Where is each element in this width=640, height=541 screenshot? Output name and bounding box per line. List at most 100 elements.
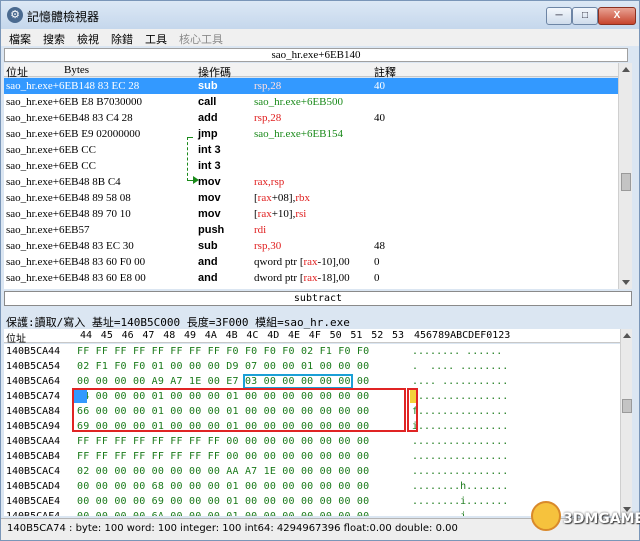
disasm-operands: rax,rsp [254,176,284,188]
mascot-face-icon [531,501,561,531]
operand-part: -18],00 [317,272,350,284]
disasm-address: sao_hr.exe+6EB48 83 60 E8 00 [6,272,146,284]
operand-part: rdi [254,224,267,236]
operand-part: dword ptr [ [254,272,304,284]
window-title: 記憶體檢視器 [27,10,100,24]
disasm-row[interactable]: sao_hr.exe+6EB48 83 60 E8 00 and dword ptr… [4,270,618,286]
disasm-operands: rdi [254,224,266,236]
disassembler-address-header[interactable]: sao_hr.exe+6EB140 [4,48,628,62]
hex-row[interactable]: 140B5CAB4 FF FF FF FF FF FF FF FF 00 00 0… [4,449,620,465]
operand-part: qword ptr [ [254,256,304,268]
ascii-column-label: 456789ABCDEF0123 [414,330,511,341]
disasm-address: sao_hr.exe+6EB48 83 C4 28 [6,112,133,124]
scroll-thumb[interactable] [621,173,631,191]
menu-kernel-tools[interactable]: 核心工具 [179,31,223,47]
menu-bar: 檔案 搜索 檢視 除錯 工具 核心工具 [1,29,639,46]
highlight-box-red [72,388,406,432]
hex-row-address: 140B5CAB4 [6,451,61,462]
hex-row[interactable]: 140B5CAC4 02 00 00 00 00 00 00 00 AA A7 1… [4,464,620,480]
hex-scroll-thumb[interactable] [622,399,632,413]
operand-part: rsi [295,208,307,220]
hex-address-label: 位址 [6,334,26,345]
hex-row-ascii: ........ ...... [412,346,503,357]
hex-row[interactable]: 140B5CAA4 FF FF FF FF FF FF FF FF 00 00 0… [4,434,620,450]
disassembler-list[interactable]: sao_hr.exe+6EB148 83 EC 28 sub rsp,28 40 sao… [4,78,618,289]
scroll-up-icon[interactable] [622,67,630,72]
disasm-row[interactable]: sao_hr.exe+6EB48 83 C4 28 add rsp,28 40 [4,110,618,126]
disasm-operands: [rax+10],rsi [254,208,306,220]
hex-row-address: 140B5CA94 [6,421,61,432]
hex-row[interactable]: 140B5CA44 FF FF FF FF FF FF FF FF F0 F0 F… [4,344,620,360]
disasm-address: sao_hr.exe+6EB CC [6,160,96,172]
hex-scroll-up-icon[interactable] [623,333,631,338]
hex-column-label: 4E [288,330,301,341]
hex-row-ascii: ........j....... [412,511,508,516]
close-button[interactable]: X [598,7,636,25]
disasm-row[interactable]: sao_hr.exe+6EB57 push rdi [4,222,618,238]
hex-column-label: 52 [371,330,384,341]
disasm-opcode: jmp [198,128,218,140]
scroll-down-icon[interactable] [622,280,630,285]
hex-row-address: 140B5CA54 [6,361,61,372]
operand-part: +08], [271,192,296,204]
cheat-engine-icon: ⚙ [7,7,23,23]
disasm-row[interactable]: sao_hr.exe+6EB48 89 58 08 mov [rax+08],rbx [4,190,618,206]
hex-row-address: 140B5CAE4 [6,496,61,507]
status-text: 140B5CA74 : byte: 100 word: 100 integer:… [7,523,458,534]
operand-part: rsp [270,176,285,188]
hex-column-label: 44 [80,330,93,341]
disasm-address: sao_hr.exe+6EB E9 02000000 [6,128,141,140]
hex-row[interactable]: 140B5CAE4 00 00 00 00 69 00 00 00 01 00 0… [4,494,620,510]
disasm-row[interactable]: sao_hr.exe+6EB FF 15 2D321100 call qword p… [4,286,618,289]
menu-file[interactable]: 檔案 [9,31,31,47]
highlight-box-blue [243,374,353,389]
disasm-address: sao_hr.exe+6EB48 89 70 10 [6,208,131,220]
disasm-opcode: mov [198,192,221,204]
menu-view[interactable]: 檢視 [77,31,99,47]
hex-row[interactable]: 140B5CAD4 00 00 00 00 68 00 00 00 01 00 0… [4,479,620,495]
minimize-button[interactable]: ─ [546,7,572,25]
hex-column-headers: 位址 44 45 46 47 48 49 4A 4B 4C 4D 4E 4F 50 51 52 53 45678… [4,329,620,345]
hex-column-label: 4C [246,330,259,341]
hex-row-bytes: FF FF FF FF FF FF FF FF F0 F0 F0 F0 02 F… [77,346,370,357]
maximize-button[interactable]: □ [572,7,598,25]
operand-part: rax [254,176,269,188]
disasm-operands: qword ptr [rax-10],00 [254,256,350,268]
hex-scrollbar[interactable] [620,329,632,516]
disasm-row[interactable]: sao_hr.exe+6EB48 83 EC 30 sub rsp,30 48 [4,238,618,254]
hex-column-label: 50 [329,330,342,341]
disasm-row[interactable]: sao_hr.exe+6EB CC int 3 [4,158,618,174]
operand-part: ,28 [267,80,282,92]
menu-search[interactable]: 搜索 [43,31,65,47]
hex-column-label: 53 [392,330,405,341]
operand-part: rsp [254,112,268,124]
title-bar[interactable]: ⚙ 記憶體檢視器 ─ □ X [1,1,639,29]
disasm-address: sao_hr.exe+6EB57 [6,224,90,236]
disasm-opcode: mov [198,208,221,220]
disasm-row[interactable]: sao_hr.exe+6EB CC int 3 [4,142,618,158]
disassembler-scrollbar[interactable] [618,63,632,289]
menu-tools[interactable]: 工具 [145,31,167,47]
menu-debug[interactable]: 除錯 [111,31,133,47]
disasm-address: sao_hr.exe+6EB48 8B C4 [6,176,121,188]
hex-row-bytes: 02 F1 F0 F0 01 00 00 00 D9 07 00 00 01 0… [77,361,370,372]
column-bytes[interactable]: Bytes [64,64,89,76]
hex-row[interactable]: 140B5CAF4 00 00 00 00 6A 00 00 00 01 00 0… [4,509,620,516]
disasm-address: sao_hr.exe+6EB FF 15 2D321100 [6,288,156,289]
hex-row[interactable]: 140B5CA54 02 F1 F0 F0 01 00 00 00 D9 07 0… [4,359,620,375]
disasm-operands: rsp,28 [254,112,281,124]
disasm-operands: [rax+08],rbx [254,192,310,204]
disasm-row[interactable]: sao_hr.exe+6EB48 83 60 F0 00 and qword ptr… [4,254,618,270]
hex-row-bytes: 00 00 00 00 6A 00 00 00 01 00 00 00 00 0… [77,511,369,516]
disasm-row[interactable]: sao_hr.exe+6EB E8 B7030000 call sao_hr.exe… [4,94,618,110]
operand-part: sao_hr.exe+6EB154 [254,128,343,140]
disasm-row[interactable]: sao_hr.exe+6EB48 89 70 10 mov [rax+10],rsi [4,206,618,222]
disasm-row[interactable]: sao_hr.exe+6EB148 83 EC 28 sub rsp,28 40 [4,78,618,94]
disasm-row[interactable]: sao_hr.exe+6EB48 8B C4 mov rax,rsp [4,174,618,190]
hex-row-address: 140B5CA64 [6,376,61,387]
hex-column-label: 51 [350,330,363,341]
instruction-description-field[interactable]: subtract [4,291,632,306]
disasm-row[interactable]: sao_hr.exe+6EB E9 02000000 jmp sao_hr.exe+… [4,126,618,142]
hex-row-bytes: 00 00 00 00 68 00 00 00 01 00 00 00 00 0… [77,481,370,492]
watermark-logo: 3DMGAME [531,501,640,537]
